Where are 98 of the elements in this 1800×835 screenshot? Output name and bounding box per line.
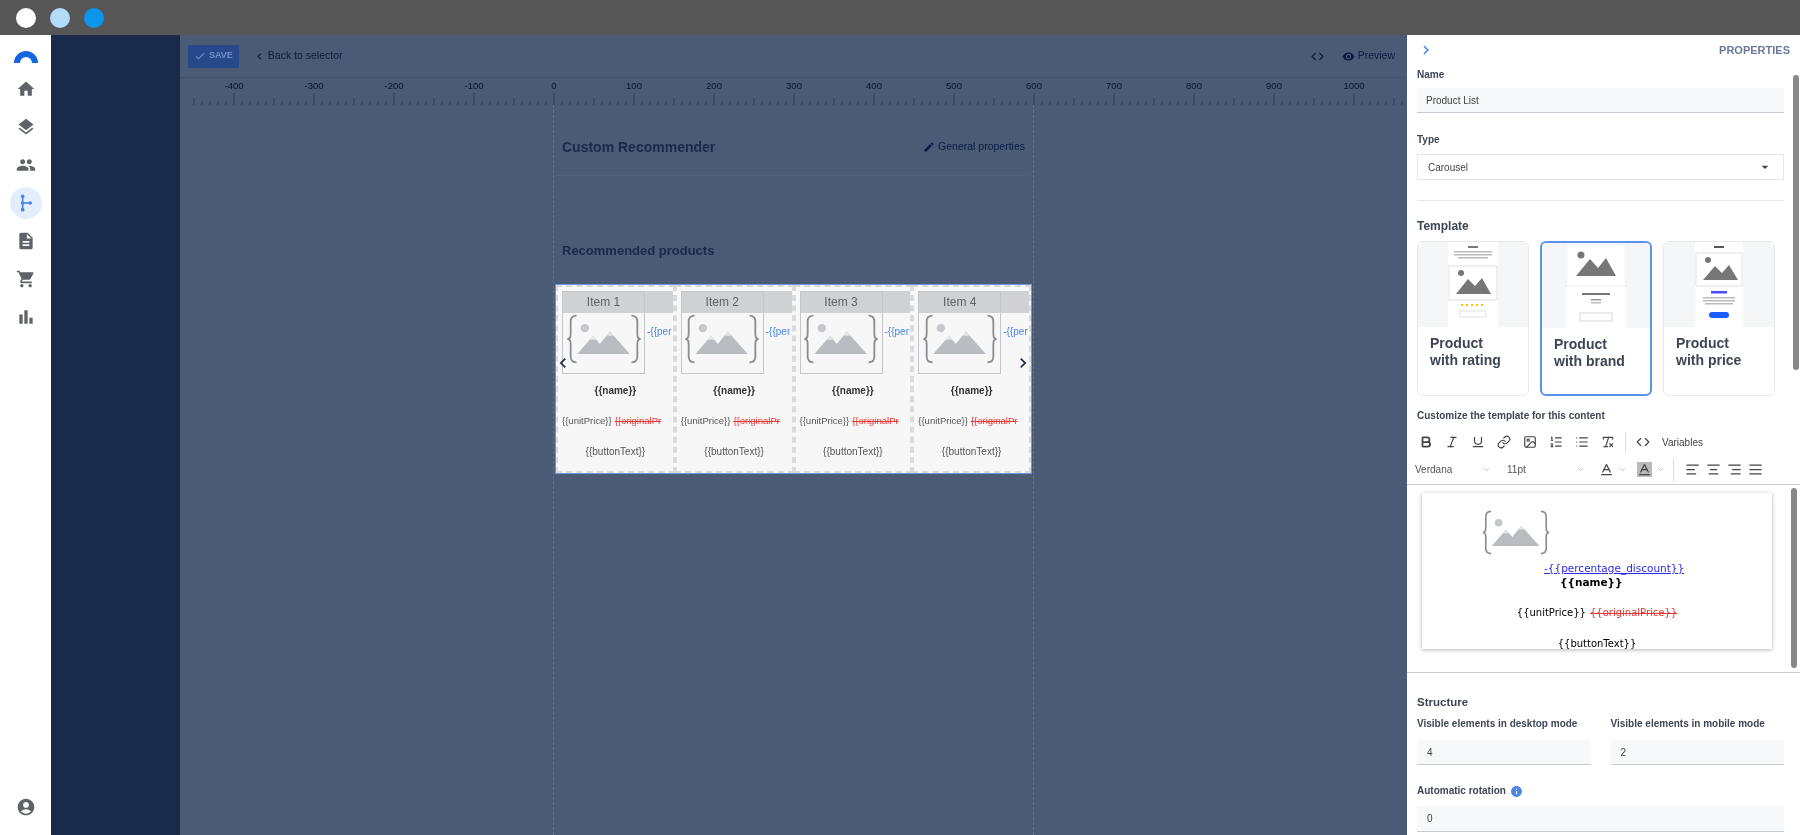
template-label: Product with rating [1430,335,1502,369]
ruler-label: -300 [304,80,324,91]
discount-text: -{{per [765,324,791,339]
item-label: Item 2 [705,293,739,311]
font-select[interactable]: Verdana [1415,462,1495,477]
rotation-input[interactable]: 0 [1417,806,1784,832]
button-text: {{buttonText}} [584,444,647,459]
bold-icon[interactable] [1419,435,1433,449]
discount-link[interactable]: -{{percentage_discount}} [1544,562,1685,575]
original-price: {{originalPrice}} [1590,606,1678,620]
mobile-elements-input[interactable]: 2 [1610,740,1784,765]
ruler-label: 900 [1266,80,1282,91]
name-input[interactable]: Product List [1417,88,1784,113]
ruler-label: 1000 [1343,80,1365,91]
caret-icon [1482,465,1491,474]
align-right-icon[interactable] [1727,462,1742,477]
align-left-icon[interactable] [1685,462,1700,477]
item-label: Item 3 [824,293,858,311]
product-name: {{name}} [712,383,756,398]
template-label: Product with brand [1554,336,1626,370]
unit-price: {{unitPrice}} [562,413,612,428]
template-card[interactable]: Product with price [1663,241,1775,396]
highlight-color-icon[interactable] [1637,462,1652,477]
bulleted-list-icon[interactable] [1575,435,1589,449]
original-price: {{originalPr [733,413,780,428]
code-icon[interactable] [1636,435,1650,449]
check-icon [194,50,206,62]
align-justify-icon[interactable] [1748,462,1763,477]
button-text: {{buttonText}} [1556,637,1638,651]
account-icon [15,797,36,817]
button-text: {{buttonText}} [703,444,765,459]
ruler-label: 100 [626,80,642,91]
discount-text: -{{per [1003,324,1028,339]
template-label: Product with price [1676,335,1743,369]
ruler-label: 500 [946,80,962,91]
ruler-label: 400 [866,80,882,91]
pencil-icon [923,141,936,153]
ruler-label: 700 [1106,80,1122,91]
ruler-label: -400 [224,80,244,91]
panel-title: PROPERTIES [1719,42,1790,58]
image-icon[interactable] [1523,435,1537,449]
product-name: {{name}} [949,383,994,398]
item-label: Item 4 [943,293,977,311]
unit-price: {{unitPrice}} [918,413,968,428]
text-color-icon[interactable] [1599,462,1614,477]
section-heading: Template [1417,218,1470,234]
field-label: Customize the template for this content [1417,409,1606,423]
eye-icon [1341,49,1355,63]
ruler-label: 600 [1026,80,1042,91]
caret-icon [1576,465,1585,474]
align-center-icon[interactable] [1706,462,1721,477]
template-card[interactable]: Product with brand [1540,241,1652,396]
field-label: Name [1417,68,1446,82]
discount-text: -{{per [647,324,672,339]
item-label: Item 1 [586,293,621,311]
logo-icon [12,49,39,63]
ruler-label: 200 [706,80,722,91]
underline-icon[interactable] [1471,435,1485,449]
link-icon[interactable] [1497,435,1511,449]
product-name: {{name}} [593,383,638,398]
home-icon [15,79,36,99]
field-label: Visible elements in desktop mode [1417,717,1579,731]
image-placeholder-icon [801,313,881,364]
unit-price: {{unitPrice}} [680,413,731,428]
ruler-label: 0 [551,80,557,91]
original-price: {{originalPr [852,413,899,428]
size-select[interactable]: 11pt [1507,462,1589,477]
unit-price: {{unitPrice}} [1516,606,1586,620]
product-name: {{name}} [831,383,875,398]
unit-price: {{unitPrice}} [799,413,850,428]
field-label: Automatic rotation [1417,784,1506,798]
ordered-list-icon[interactable] [1549,435,1563,449]
variables-button[interactable]: Variables [1662,434,1703,450]
ruler-label: -100 [464,80,484,91]
ruler-label: -200 [384,80,404,91]
product-name: {{name}} [1560,575,1623,589]
ruler-label: 800 [1186,80,1202,91]
type-select[interactable]: Carousel [1417,154,1784,180]
window-control[interactable] [50,7,70,28]
button-text: {{buttonText}} [940,444,1003,459]
original-price: {{originalPr [970,413,1018,428]
nav-item[interactable] [9,187,42,219]
original-price: {{originalPr [614,413,662,428]
italic-icon[interactable] [1445,435,1459,449]
window-control[interactable] [16,7,36,28]
template-card[interactable]: Product with rating [1417,241,1529,396]
field-label: Type [1417,133,1441,147]
image-placeholder-icon [1482,509,1550,556]
layers-icon [15,117,36,137]
info-icon[interactable] [1509,784,1523,798]
desktop-elements-input[interactable]: 4 [1417,740,1591,765]
field-label: Visible elements in mobile mode [1610,717,1766,731]
section-heading: Structure [1417,695,1470,710]
cart-icon [15,269,36,289]
discount-text: -{{per [884,324,909,339]
button-text: {{buttonText}} [822,444,884,459]
ruler-label: 300 [786,80,802,91]
clear-format-icon[interactable] [1601,435,1615,449]
